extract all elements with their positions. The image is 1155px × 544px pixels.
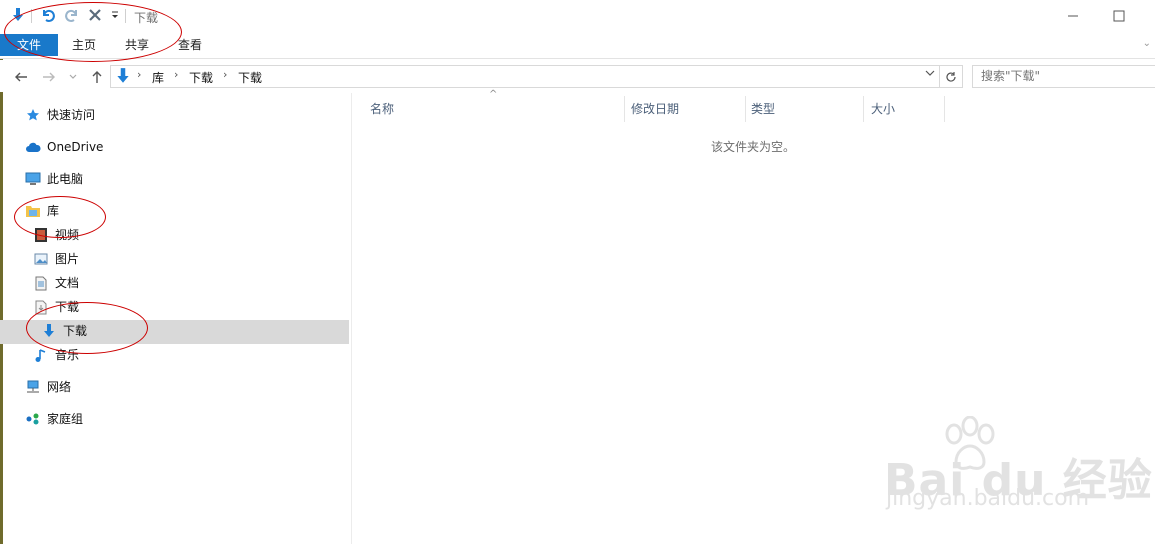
- breadcrumb-downloads-library[interactable]: 下载: [189, 69, 213, 86]
- column-header-date-modified[interactable]: 修改日期: [625, 94, 745, 124]
- address-bar[interactable]: › 库 › 下载 › 下载: [110, 65, 940, 88]
- network-icon: [24, 378, 42, 396]
- nav-item-this-pc[interactable]: 此电脑: [24, 168, 83, 190]
- breadcrumb-separator[interactable]: ›: [223, 68, 227, 81]
- annotation-ellipse: [4, 2, 182, 62]
- nav-item-onedrive[interactable]: OneDrive: [24, 136, 103, 158]
- forward-button[interactable]: [40, 68, 58, 86]
- document-icon: [32, 274, 50, 292]
- breadcrumb-separator[interactable]: ›: [137, 68, 141, 81]
- breadcrumb-library[interactable]: 库: [152, 69, 164, 86]
- picture-icon: [32, 250, 50, 268]
- nav-item-label: 此电脑: [47, 172, 84, 186]
- search-box[interactable]: [972, 65, 1155, 88]
- breadcrumb-downloads-folder[interactable]: 下载: [238, 69, 262, 86]
- download-arrow-icon: [114, 67, 132, 88]
- cloud-icon: [24, 138, 42, 156]
- empty-folder-message: 该文件夹为空。: [710, 140, 795, 154]
- minimize-button[interactable]: [1050, 0, 1096, 32]
- search-input[interactable]: [981, 69, 1141, 83]
- nav-item-label: 文档: [55, 276, 80, 290]
- homegroup-icon: [24, 410, 42, 428]
- nav-item-pictures[interactable]: 图片: [32, 248, 79, 270]
- nav-item-label: 家庭组: [47, 412, 84, 426]
- nav-item-label: OneDrive: [47, 140, 104, 154]
- column-header-size[interactable]: 大小: [865, 94, 945, 124]
- nav-item-label: 网络: [47, 380, 72, 394]
- address-dropdown-icon[interactable]: [925, 68, 935, 81]
- column-header-name[interactable]: 名称: [364, 94, 624, 124]
- back-button[interactable]: [12, 68, 30, 86]
- watermark-url: jingyan.baidu.com: [886, 486, 1090, 511]
- recent-locations-icon[interactable]: [64, 68, 82, 86]
- refresh-button[interactable]: [940, 65, 963, 88]
- up-button[interactable]: [88, 68, 106, 86]
- column-header-type[interactable]: 类型: [745, 94, 863, 124]
- nav-item-homegroup[interactable]: 家庭组: [24, 408, 83, 430]
- breadcrumb-separator[interactable]: ›: [174, 68, 178, 81]
- column-divider[interactable]: [863, 96, 864, 122]
- music-icon: [32, 346, 50, 364]
- annotation-ellipse: [26, 302, 148, 354]
- column-divider[interactable]: [944, 96, 945, 122]
- nav-item-label: 图片: [55, 252, 80, 266]
- nav-item-documents[interactable]: 文档: [32, 272, 79, 294]
- nav-item-network[interactable]: 网络: [24, 376, 71, 398]
- computer-icon: [24, 170, 42, 188]
- annotation-ellipse: [14, 196, 106, 238]
- ribbon-expand-icon[interactable]: ⌄: [1143, 38, 1151, 49]
- nav-item-label: 快速访问: [47, 108, 96, 122]
- navigation-bar: › 库 › 下载 › 下载: [0, 60, 1155, 92]
- maximize-button[interactable]: [1096, 0, 1142, 32]
- star-icon: [24, 106, 42, 124]
- nav-item-quick-access[interactable]: 快速访问: [24, 104, 95, 126]
